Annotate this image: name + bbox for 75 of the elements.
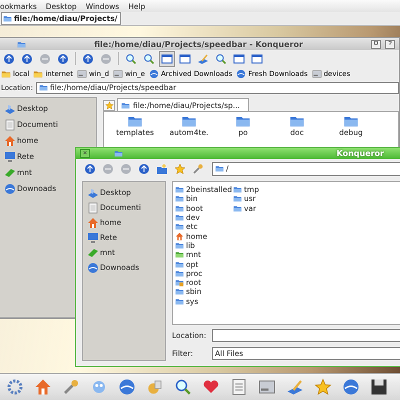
magnifier-icon [143,52,155,64]
wrench-icon [62,378,80,396]
launcher-button[interactable] [174,378,192,396]
star-icon [104,101,114,110]
folder-icon [175,287,184,296]
globe-icon [236,69,246,79]
magnifier-icon [215,52,227,64]
magnifier-icon [174,378,192,396]
desktop-icon [87,186,99,198]
folder-icon [232,194,242,204]
heart-icon [202,378,220,396]
window-icon [233,52,245,64]
folder-icon [175,204,184,213]
pencil-icon [197,52,209,64]
folder-icon [175,222,184,232]
folder-icon [175,260,184,269]
house-icon [34,378,52,396]
locked-folder-icon [175,278,184,288]
folder-icon [175,250,184,260]
folder-icon [17,40,26,48]
folder-icon [175,268,184,278]
folder-icon [3,14,12,23]
globe-icon [148,69,159,79]
folder-icon [175,213,184,222]
folder-icon [175,185,184,194]
star-icon [314,378,332,396]
window-icon [179,52,191,64]
house-icon [87,216,99,228]
folder-icon [175,194,184,204]
arrow-circle-icon [138,162,150,175]
folder-icon [121,100,130,110]
folder-icon [38,83,48,92]
window-title: file:/home/diau/Projects/speedbar - Konqueror [93,40,304,48]
document-icon [87,202,99,214]
gear-icon [6,378,24,396]
magnifier-icon [125,52,137,64]
star-icon [174,162,186,175]
folder-icon [175,296,184,306]
new-tab-button[interactable] [103,100,115,111]
globe-icon [118,378,136,396]
circle-icon [39,52,51,64]
globe-icon [342,378,360,396]
globe-icon [4,182,16,194]
arrow-circle-icon [21,52,33,64]
creature-icon [90,378,108,396]
folder-icon [1,69,11,79]
circle-icon [120,162,132,175]
folder-icon [215,164,224,174]
globe-icon [87,262,99,274]
folder-icon [33,69,44,79]
pencil-icon [286,378,304,396]
monitor-icon [4,150,16,162]
window-icon [161,52,173,64]
circle-icon [102,162,114,175]
desktop-icon [4,102,16,114]
house-icon [175,232,184,241]
location-field[interactable] [212,329,400,342]
arrow-circle-icon [84,162,96,175]
document-icon [4,118,16,130]
arrow-circle-icon [82,52,94,64]
arrow-circle-icon [3,52,15,64]
arrow-circle-icon [57,52,69,64]
new-folder-icon [156,162,168,175]
circle-icon [100,52,112,64]
window-title: Konqueror [336,148,385,158]
house-icon [4,134,16,146]
monitor-icon [87,232,99,244]
toolbar-button[interactable] [159,50,175,66]
launcher-button[interactable] [370,378,388,396]
window-icon [251,52,263,64]
folder-icon [175,240,184,250]
folder-icon [114,148,123,158]
document-icon [230,378,248,396]
folder-icon [232,185,242,194]
wrench-icon [192,162,204,175]
